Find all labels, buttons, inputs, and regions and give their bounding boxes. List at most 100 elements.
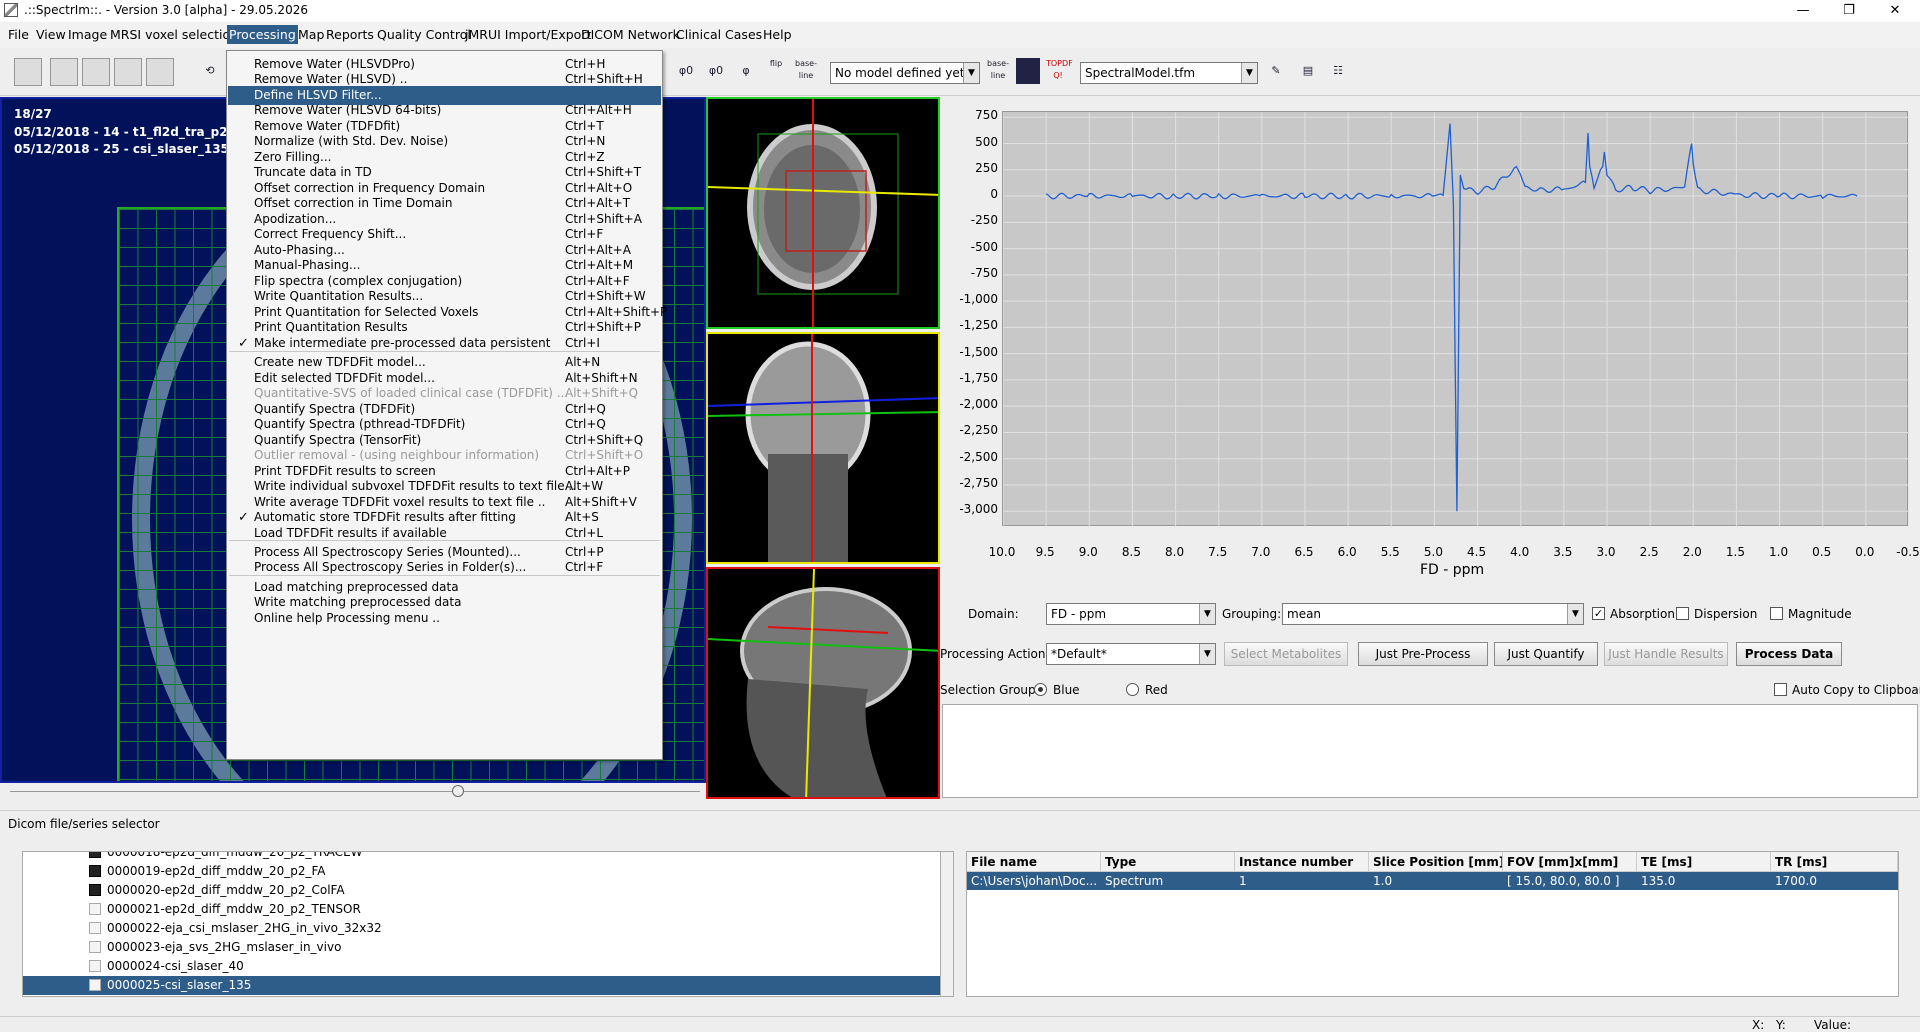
grouping-combo[interactable]: mean ▼ (1282, 603, 1584, 625)
tree-item[interactable]: 0000019-ep2d_diff_mddw_20_p2_FA (23, 862, 941, 881)
domain-combo[interactable]: FD - ppm ▼ (1046, 603, 1216, 625)
menu-reports[interactable]: Reports (326, 27, 374, 42)
column-header[interactable]: TE [ms] (1637, 852, 1771, 872)
menu-clinical-cases[interactable]: Clinical Cases (676, 27, 762, 42)
absorption-checkbox[interactable]: ✓ (1592, 607, 1605, 620)
phase-button[interactable]: φ (734, 58, 758, 84)
checklist-icon[interactable]: ☷ (1326, 58, 1350, 84)
tree-item[interactable]: 0000022-eja_csi_mslaser_2HG_in_vivo_32x3… (23, 919, 941, 938)
axial-thumbnail[interactable] (706, 97, 940, 329)
process-data-button[interactable]: Process Data (1736, 642, 1842, 666)
model-combo[interactable]: No model defined yet! ▼ (830, 62, 980, 84)
y-tick-label: -750 (970, 265, 998, 280)
plot-area[interactable] (1002, 111, 1910, 527)
spectral-model-combo[interactable]: SpectralModel.tfm ▼ (1080, 62, 1258, 84)
processing-menu-item[interactable]: Online help Processing menu .. (228, 609, 661, 628)
minimize-button[interactable]: — (1780, 0, 1826, 22)
column-header[interactable]: File name (967, 852, 1101, 872)
column-header[interactable]: Type (1101, 852, 1235, 872)
column-header[interactable]: Instance number (1235, 852, 1369, 872)
menu-view[interactable]: View (36, 27, 66, 42)
baseline2-button[interactable]: base-line (986, 58, 1010, 84)
slice-slider[interactable] (0, 783, 706, 799)
spectrum-chart[interactable]: FD - ppm 750 500 250 0 -250 -500 -750 -1,000 -1,… (940, 97, 1920, 587)
x-tick-label: 0.5 (1812, 545, 1832, 559)
tree-item[interactable]: 0000021-ep2d_diff_mddw_20_p2_TENSOR (23, 900, 941, 919)
x-tick-label: 6.5 (1294, 545, 1314, 559)
toolbar-image-button[interactable] (14, 58, 42, 86)
results-text-area[interactable] (942, 704, 1918, 798)
menu-dicom-network[interactable]: DICOM Network (581, 27, 680, 42)
coronal-thumbnail[interactable] (706, 332, 940, 564)
dispersion-checkbox[interactable] (1676, 607, 1689, 620)
toolbar-grid3-button[interactable] (114, 58, 142, 86)
menu-mrsi-voxel-selection[interactable]: MRSI voxel selection (110, 27, 238, 42)
menu-file[interactable]: File (8, 27, 29, 42)
chevron-down-icon: ▼ (1199, 604, 1215, 624)
document-icon[interactable]: ▤ (1296, 58, 1320, 84)
magnitude-checkbox[interactable] (1770, 607, 1783, 620)
menu-jmrui[interactable]: jMRUI Import/Export (465, 27, 591, 42)
series-tree[interactable]: 0000018-ep2d_diff_mddw_20_p2_TRACEW 00000… (22, 851, 952, 997)
tree-item-label: 0000021-ep2d_diff_mddw_20_p2_TENSOR (107, 902, 361, 916)
flip-button[interactable]: flip (764, 58, 788, 84)
just-handle-results-button[interactable]: Just Handle Results (1604, 642, 1728, 666)
select-metabolites-button[interactable]: Select Metabolites (1224, 642, 1348, 666)
baseline-button[interactable]: base-line (794, 58, 818, 84)
tree-scrollbar[interactable] (940, 851, 954, 997)
title-bar: .::SpectrIm::. - Version 3.0 [alpha] - 2… (0, 0, 1920, 22)
tree-item-label: 0000020-ep2d_diff_mddw_20_p2_ColFA (107, 883, 345, 897)
tree-item[interactable]: 0000023-eja_svs_2HG_mslaser_in_vivo (23, 938, 941, 957)
just-quantify-button[interactable]: Just Quantify (1494, 642, 1598, 666)
y-tick-label: -250 (970, 213, 998, 228)
processing-action-combo[interactable]: *Default* ▼ (1046, 643, 1216, 665)
y-tick-label: -2,500 (959, 449, 998, 464)
menu-map[interactable]: Map (298, 27, 324, 42)
sagittal-thumbnail[interactable] (706, 567, 940, 799)
tree-item[interactable]: 0000020-ep2d_diff_mddw_20_p2_ColFA (23, 881, 941, 900)
menu-quality-control[interactable]: Quality Control (377, 27, 471, 42)
y-tick-label: -1,750 (959, 370, 998, 385)
y-tick-label: 750 (975, 108, 998, 123)
edit-icon[interactable]: ✎ (1264, 58, 1288, 84)
x-tick-label: 5.5 (1380, 545, 1400, 559)
table-cell: 1 (1239, 874, 1247, 888)
dicom-selector-panel: Dicom file/series selector 0000018-ep2d_… (0, 810, 1920, 1016)
column-header[interactable]: Slice Position [mm] (1369, 852, 1503, 872)
app-icon (4, 3, 18, 17)
file-table[interactable]: File name Type Instance number Slice Pos… (966, 851, 1899, 997)
rotate-icon[interactable]: ⟲ (198, 58, 222, 84)
tree-item[interactable]: 0000018-ep2d_diff_mddw_20_p2_TRACEW (23, 852, 941, 862)
phi0-button[interactable]: φ0 (674, 58, 698, 84)
close-button[interactable]: ✕ (1872, 0, 1918, 22)
column-header[interactable]: FOV [mm]x[mm] (1503, 852, 1637, 872)
topdf-button[interactable]: TOPDF Q! (1046, 58, 1073, 84)
phi1-button[interactable]: φ0 (704, 58, 728, 84)
tree-item-label: 0000025-csi_slaser_135 (107, 978, 252, 992)
slider-knob[interactable] (452, 785, 464, 797)
menu-image[interactable]: Image (68, 27, 107, 42)
status-bar: X: Y: Value: (0, 1016, 1920, 1032)
blue-radio[interactable] (1034, 683, 1047, 696)
red-radio[interactable] (1126, 683, 1139, 696)
toolbar-grid2-button[interactable] (82, 58, 110, 86)
toolbar-grid4-button[interactable] (146, 58, 174, 86)
x-tick-label: 7.5 (1208, 545, 1228, 559)
just-preprocess-button[interactable]: Just Pre-Process (1358, 642, 1488, 666)
toolbar-grid-button[interactable] (50, 58, 78, 86)
menu-processing[interactable]: Processing (227, 25, 298, 44)
absorption-label: Absorption (1610, 607, 1675, 621)
tree-item-label: 0000024-csi_slaser_40 (107, 959, 244, 973)
menu-separator (229, 540, 660, 541)
tree-item[interactable]: 0000024-csi_slaser_40 (23, 957, 941, 976)
column-header[interactable]: TR [ms] (1771, 852, 1898, 872)
menu-help[interactable]: Help (763, 27, 792, 42)
x-axis-label: FD - ppm (1420, 562, 1485, 578)
fit-icon[interactable] (1016, 58, 1040, 84)
chevron-down-icon: ▼ (1241, 63, 1257, 83)
magnitude-label: Magnitude (1788, 607, 1852, 621)
auto-copy-checkbox[interactable] (1774, 683, 1787, 696)
maximize-button[interactable]: ❐ (1826, 0, 1872, 22)
tree-item[interactable]: 0000025-csi_slaser_135 (23, 976, 941, 995)
x-tick-label: 4.5 (1467, 545, 1487, 559)
